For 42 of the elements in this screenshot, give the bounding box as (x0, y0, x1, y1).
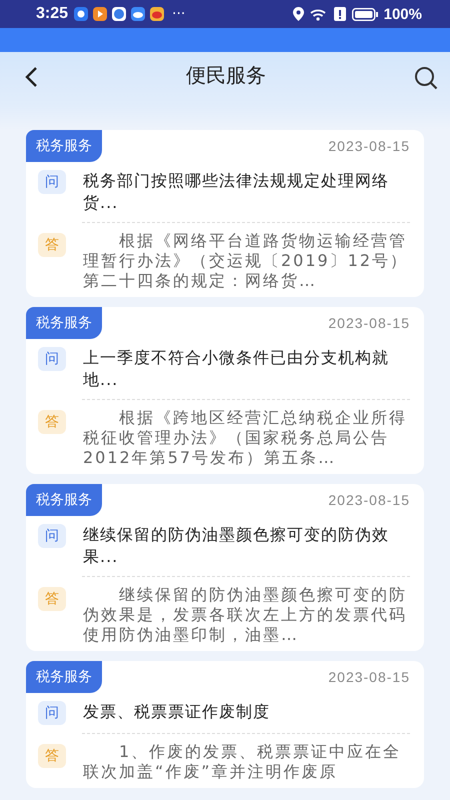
qa-card[interactable]: 税务服务 2023-08-15 问 税务部门按照哪些法律法规规定处理网络货... 答 根据《网络平台道路货物运输经营管理暂行办法》（交运规〔2019〕12号）第二十四条的规定：网络货… (26, 130, 424, 297)
question-text: 发票、税票票证作废制度 (83, 701, 271, 723)
date: 2023-08-15 (328, 315, 410, 331)
back-icon[interactable] (24, 66, 38, 88)
page-title: 便民服务 (185, 62, 267, 89)
date: 2023-08-15 (328, 492, 410, 508)
battery-level: 100% (384, 6, 422, 22)
qa-card[interactable]: 税务服务 2023-08-15 问 上一季度不符合小微条件已由分支机构就地... 答 根据《跨地区经营汇总纳税企业所得税征收管理办法》（国家税务总局公告2012年第57号发布）第五条… (26, 307, 424, 474)
answer-badge: 答 (38, 587, 66, 611)
question-badge: 问 (38, 701, 66, 725)
category-tag: 税务服务 (26, 307, 102, 339)
play-icon (93, 7, 108, 21)
question-text: 上一季度不符合小微条件已由分支机构就地... (83, 347, 390, 391)
answer-badge: 答 (38, 233, 66, 257)
cloud-icon (131, 7, 146, 21)
answer-badge: 答 (38, 410, 66, 434)
category-tag: 税务服务 (26, 661, 102, 693)
location-icon (292, 7, 304, 21)
answer-text: 继续保留的防伪油墨颜色擦可变的防伪效果是，发票各联次左上方的发票代码使用防伪油墨印制，油墨… (83, 585, 408, 645)
question-badge: 问 (38, 170, 66, 194)
question-text: 继续保留的防伪油墨颜色擦可变的防伪效果... (83, 524, 390, 568)
answer-text: 1、作废的发票、税票票证中应在全联次加盖“作废”章并注明作废原 (83, 742, 402, 782)
wifi-icon (310, 8, 328, 20)
battery-icon (352, 8, 378, 20)
clock: 3:25 (36, 5, 68, 23)
date: 2023-08-15 (328, 669, 410, 685)
qa-card[interactable]: 税务服务 2023-08-15 问 继续保留的防伪油墨颜色擦可变的防伪效果... 答 继续保留的防伪油墨颜色擦可变的防伪效果是，发票各联次左上方的发票代码使用防伪油墨印制，油墨… (26, 484, 424, 651)
alert-icon (334, 7, 346, 21)
search-icon[interactable] (414, 66, 438, 90)
question-text: 税务部门按照哪些法律法规规定处理网络货... (83, 170, 390, 214)
answer-badge: 答 (38, 744, 66, 768)
app-notification-icon (74, 7, 88, 21)
answer-text: 根据《网络平台道路货物运输经营管理暂行办法》（交运规〔2019〕12号）第二十四条的规定：网络货… (83, 231, 410, 291)
date: 2023-08-15 (328, 138, 410, 154)
category-tag: 税务服务 (26, 484, 102, 516)
question-badge: 问 (38, 524, 66, 548)
category-tag: 税务服务 (26, 130, 102, 162)
answer-text: 根据《跨地区经营汇总纳税企业所得税征收管理办法》（国家税务总局公告2012年第57号发布）第五条… (83, 408, 408, 468)
more-notifications: ··· (172, 6, 186, 22)
qa-card[interactable]: 税务服务 2023-08-15 问 发票、税票票证作废制度 答 1、作废的发票、税票票证中应在全联次加盖“作废”章并注明作废原 (26, 661, 424, 788)
question-badge: 问 (38, 347, 66, 371)
app-notification-icon (112, 7, 126, 21)
